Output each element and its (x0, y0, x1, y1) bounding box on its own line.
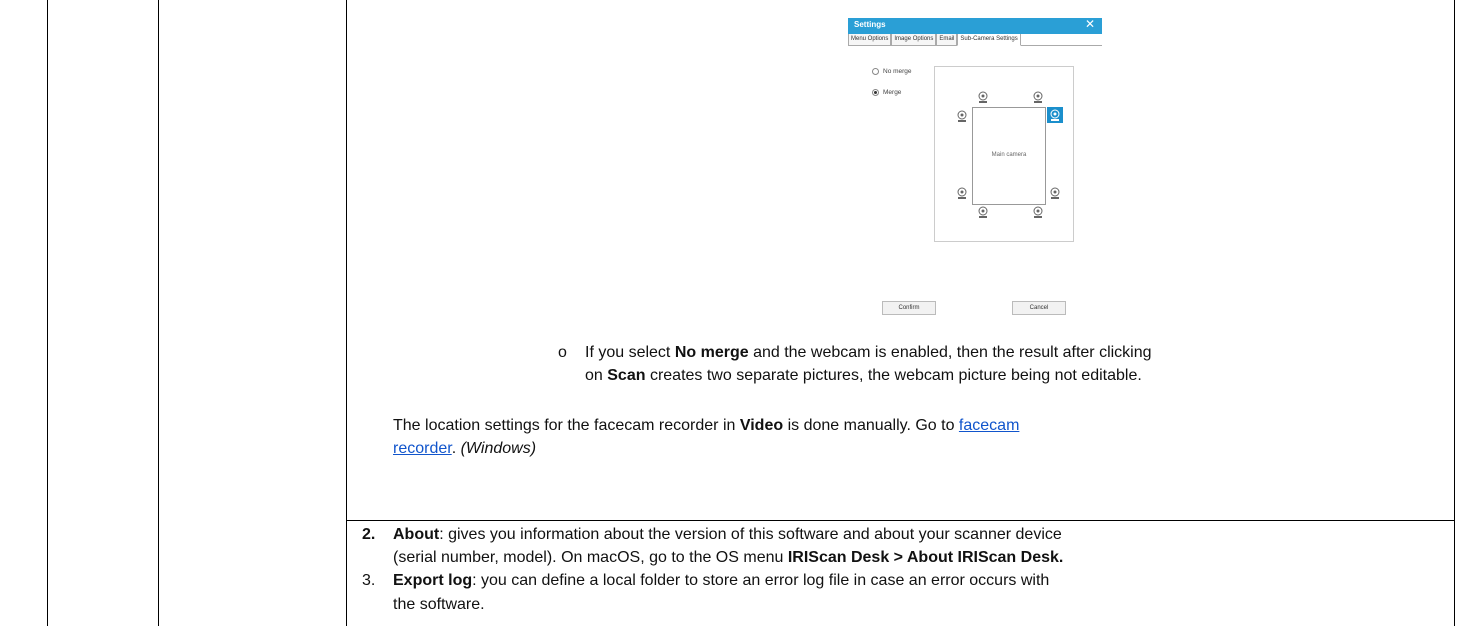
facecam-recorder-link[interactable]: facecam (959, 417, 1019, 434)
radio-no-merge[interactable]: No merge (872, 68, 912, 75)
text-run: The location settings for the facecam re… (393, 417, 740, 434)
bold-text: Export log (393, 572, 473, 589)
text-run: is done manually. Go to (783, 417, 959, 434)
text-run: . (451, 440, 461, 457)
main-camera-label: Main camera (991, 152, 1027, 158)
text-run: : you can define a local folder to store… (472, 572, 1050, 589)
list-number-3: 3. (362, 572, 376, 589)
table-border-right (1454, 0, 1455, 626)
main-camera-area: Main camera (972, 107, 1046, 205)
italic-text: (Windows) (460, 440, 537, 457)
settings-dialog-screenshot: Settings ✕ Menu Options Image Options Em… (848, 17, 1102, 324)
text-run: If you select (585, 344, 675, 361)
tab-sub-camera-settings[interactable]: Sub-Camera Settings (957, 34, 1021, 46)
webcam-icon[interactable] (975, 89, 991, 105)
text-run: : gives you information about the versio… (439, 526, 1062, 543)
dialog-title: Settings (854, 20, 886, 29)
webcam-icon[interactable] (954, 108, 970, 124)
radio-merge[interactable]: Merge (872, 89, 901, 96)
item2-line-2: (serial number, model). On macOS, go to … (393, 547, 1063, 569)
bullet-line-1: If you select No merge and the webcam is… (585, 342, 1152, 364)
webcam-icon[interactable] (975, 204, 991, 220)
dialog-title-bar: Settings ✕ (848, 17, 1102, 34)
item3-line-2: the software. (393, 596, 485, 613)
text-run: on (585, 367, 608, 384)
text-run: creates two separate pictures, the webca… (645, 367, 1142, 384)
cancel-button[interactable]: Cancel (1012, 301, 1066, 315)
item3-line-1: Export log: you can define a local folde… (393, 570, 1049, 592)
radio-button[interactable] (872, 68, 879, 75)
confirm-button[interactable]: Confirm (882, 301, 936, 315)
text-run: (serial number, model). On macOS, go to … (393, 549, 788, 566)
tab-image-options[interactable]: Image Options (891, 34, 937, 46)
item2-line-1: About: gives you information about the v… (393, 524, 1062, 546)
close-icon[interactable]: ✕ (1085, 17, 1095, 31)
bold-text: Scan (607, 367, 646, 384)
text-run: and the webcam is enabled, then the resu… (748, 344, 1152, 361)
location-line-2: recorder. (Windows) (393, 438, 536, 460)
webcam-icon-selected[interactable] (1047, 107, 1063, 123)
table-border-col3 (346, 0, 347, 626)
radio-label: No merge (883, 68, 912, 75)
tab-menu-options[interactable]: Menu Options (848, 34, 892, 46)
table-border-left (47, 0, 48, 626)
webcam-icon[interactable] (954, 185, 970, 201)
bullet-marker: o (558, 344, 567, 361)
table-row-divider (346, 520, 1454, 521)
tab-email[interactable]: Email (936, 34, 958, 46)
radio-button-selected[interactable] (872, 89, 879, 96)
bold-text: IRIScan Desk > About IRIScan Desk. (787, 549, 1064, 566)
webcam-icon[interactable] (1030, 89, 1046, 105)
webcam-icon[interactable] (1030, 204, 1046, 220)
location-line-1: The location settings for the facecam re… (393, 415, 1019, 437)
facecam-recorder-link-cont[interactable]: recorder (393, 440, 452, 457)
bold-text: Video (739, 417, 784, 434)
bold-text: No merge (674, 344, 749, 361)
dialog-tabs: Menu Options Image Options Email Sub-Cam… (848, 34, 1021, 46)
radio-label: Merge (883, 89, 902, 96)
bullet-line-2: on Scan creates two separate pictures, t… (585, 365, 1142, 387)
webcam-icon[interactable] (1047, 185, 1063, 201)
list-number-2: 2. (362, 526, 376, 543)
table-border-col2 (158, 0, 159, 626)
bold-text: About (393, 526, 440, 543)
